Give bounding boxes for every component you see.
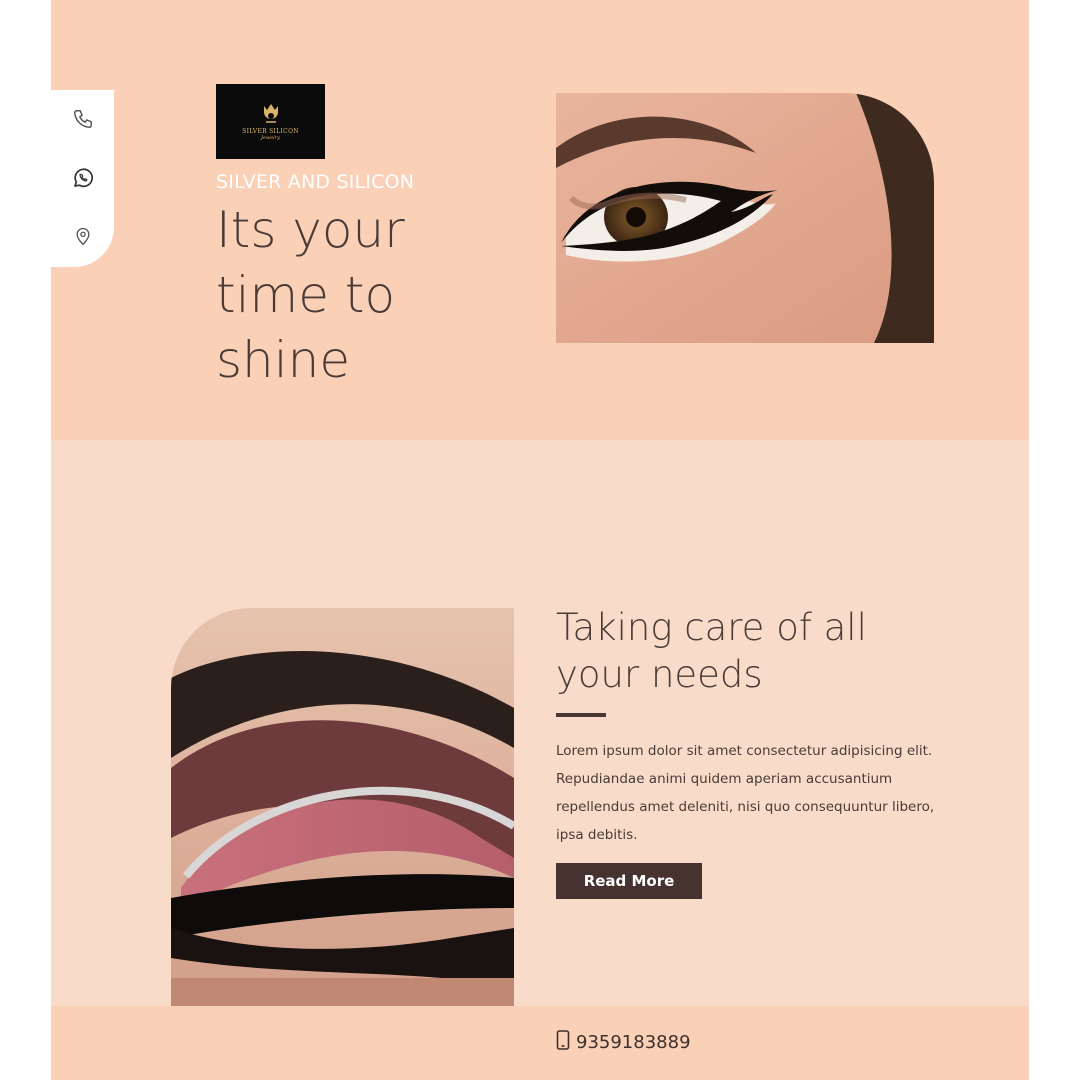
brand-logo[interactable]: SILVER SILICON Jewelry	[216, 84, 325, 159]
location-pin-icon[interactable]	[71, 224, 95, 248]
logo-subtitle: Jewelry	[260, 135, 281, 141]
contact-rail	[51, 90, 114, 267]
logo-wordmark: SILVER SILICON	[242, 128, 299, 135]
eyeshadow-illustration	[171, 608, 514, 1054]
about-title: Taking care of all your needs	[556, 606, 867, 696]
hero-section: SILVER SILICON Jewelry SILVER AND SILICO…	[51, 0, 1029, 440]
phone-number: 9359183889	[576, 1032, 691, 1053]
whatsapp-icon[interactable]	[71, 166, 95, 190]
read-more-button[interactable]: Read More	[556, 863, 702, 899]
landing-page: SILVER SILICON Jewelry SILVER AND SILICO…	[51, 0, 1029, 1080]
mobile-phone-icon	[556, 1030, 570, 1055]
crown-flower-icon	[263, 104, 278, 123]
about-eyeshadow-image	[171, 608, 514, 1054]
hero-eyeliner-image	[556, 93, 934, 343]
hero-headline: Its your time to shine	[216, 201, 405, 389]
eye-illustration	[556, 93, 934, 343]
phone-icon[interactable]	[71, 107, 95, 131]
brand-name: SILVER AND SILICON	[216, 171, 415, 193]
footer-phone[interactable]: 9359183889	[556, 1030, 691, 1055]
footer-bar	[51, 1006, 1029, 1080]
title-divider	[556, 713, 606, 717]
about-description: Lorem ipsum dolor sit amet consectetur a…	[556, 743, 935, 843]
